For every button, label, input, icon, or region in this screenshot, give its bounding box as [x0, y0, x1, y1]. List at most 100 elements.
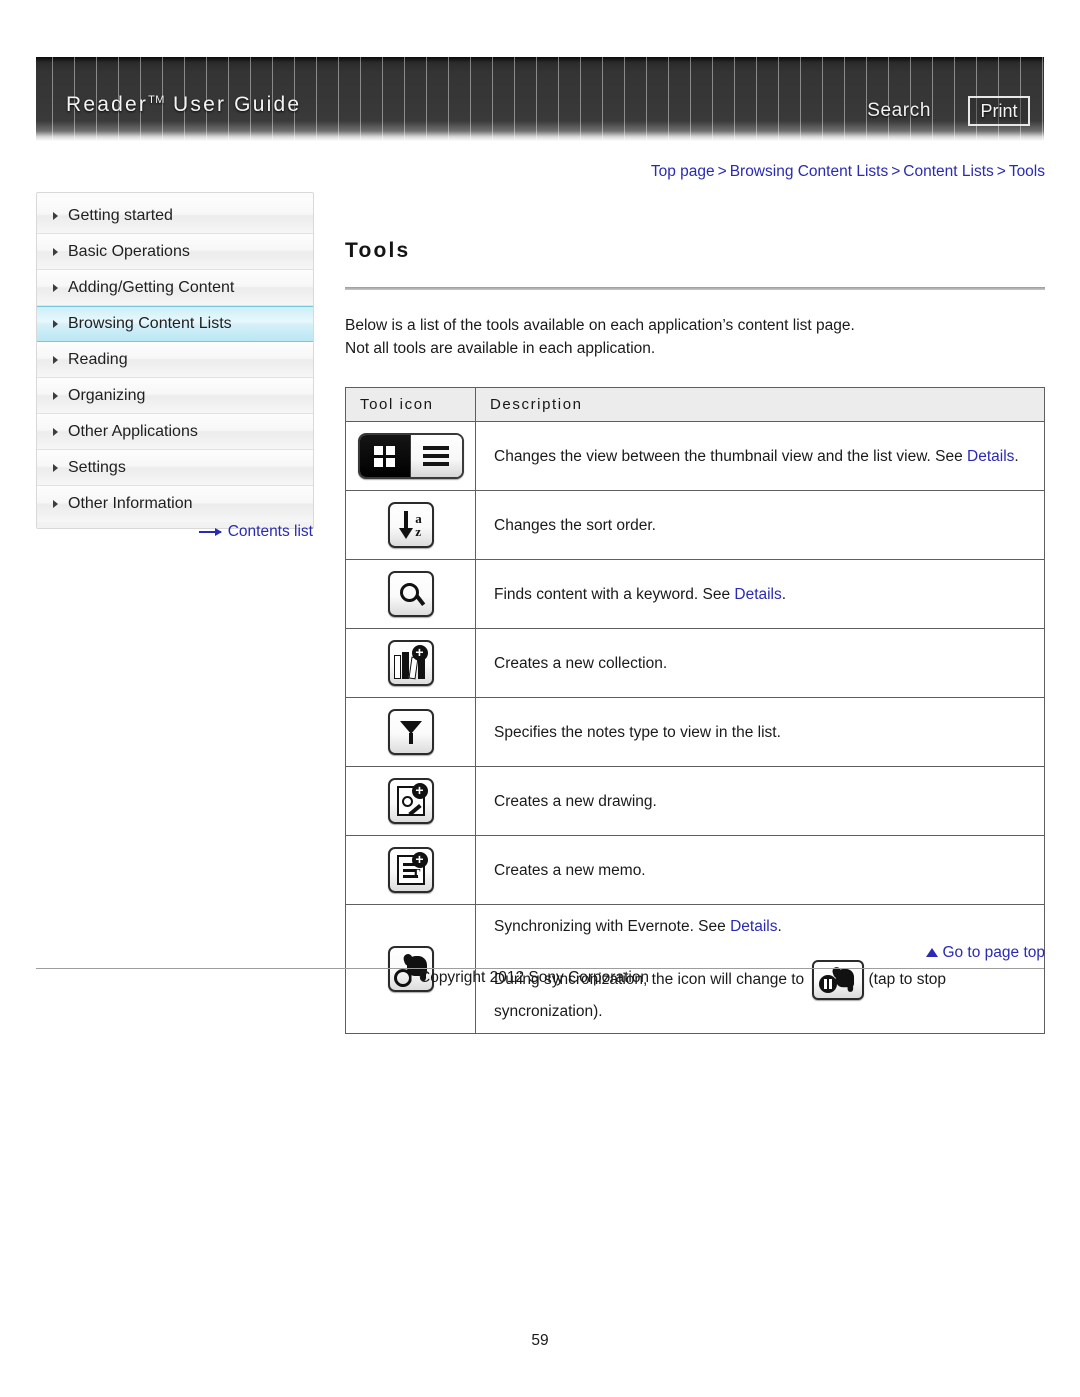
chevron-right-icon [53, 283, 58, 292]
evernote-stop-sync-icon[interactable] [812, 960, 865, 1001]
chevron-right-icon [53, 247, 58, 256]
list-glyph [423, 446, 450, 467]
tool-icon-cell [345, 559, 476, 630]
sidebar-item-reading[interactable]: Reading [37, 342, 313, 378]
table-row: T Creates a new memo. [345, 835, 1045, 906]
chevron-right-icon [53, 355, 58, 364]
description-text-after: . [781, 585, 787, 603]
tool-description-cell: Changes the view between the thumbnail v… [475, 421, 1045, 492]
sidebar-item-settings[interactable]: Settings [37, 450, 313, 486]
table-header-row: Tool icon Description [345, 387, 1045, 423]
sidebar-item-label: Getting started [68, 206, 173, 224]
search-button[interactable]: Search [867, 100, 931, 122]
page-number: 59 [531, 1332, 549, 1349]
sidebar-item-label: Reading [68, 350, 128, 368]
arrow-right-icon [198, 528, 222, 536]
magnifier-glyph [390, 573, 432, 615]
tool-icon-cell: T [345, 835, 476, 906]
table-row: Finds content with a keyword. See Detail… [345, 559, 1045, 630]
down-arrow-glyph [399, 511, 414, 540]
sidebar-item-label: Organizing [68, 386, 146, 404]
page-title: Tools [345, 239, 411, 263]
breadcrumb-separator: > [996, 163, 1006, 180]
header-texture: ReaderTM User Guide Search Print [36, 57, 1044, 141]
tool-description-cell: Creates a new collection. [475, 628, 1045, 699]
sidebar-item-basic-operations[interactable]: Basic Operations [37, 234, 313, 270]
sidebar-item-label: Other Information [68, 495, 193, 512]
tool-description-cell: Specifies the notes type to view in the … [475, 697, 1045, 768]
description-text-line2-after: (tap to stop [868, 971, 947, 989]
sort-order-icon[interactable]: az [387, 502, 434, 549]
site-title-suffix: User Guide [164, 93, 302, 116]
chevron-right-icon [53, 427, 58, 436]
chevron-right-icon [53, 463, 58, 472]
sidebar-item-other-information[interactable]: Other Information [37, 486, 313, 522]
sync-arrows-icon [394, 969, 409, 985]
site-title: ReaderTM User Guide [66, 93, 301, 117]
plus-badge-icon [411, 852, 428, 869]
triangle-up-icon [926, 948, 939, 957]
sort-glyph: az [390, 504, 432, 546]
chevron-right-icon [53, 211, 58, 220]
breadcrumb-item-top-page[interactable]: Top page [651, 163, 715, 180]
contents-list-label: Contents list [227, 523, 313, 540]
az-glyph: az [415, 511, 422, 540]
tool-description-cell: Changes the sort order. [475, 490, 1045, 561]
tool-icon-cell: az [345, 490, 476, 561]
chevron-right-icon [53, 320, 58, 328]
tool-description-cell: Finds content with a keyword. See Detail… [475, 559, 1045, 630]
column-header-description: Description [475, 387, 1045, 423]
intro-line-1: Below is a list of the tools available o… [345, 317, 855, 335]
new-memo-icon[interactable]: T [387, 847, 434, 894]
tools-table: Tool icon Description Changes the view b… [345, 387, 1045, 1035]
print-button[interactable]: Print [968, 96, 1030, 126]
tool-icon-cell [345, 628, 476, 699]
description-text: Synchronizing with Evernote. See [494, 918, 731, 936]
sidebar-item-adding-getting-content[interactable]: Adding/Getting Content [37, 270, 313, 306]
sidebar-item-label: Settings [68, 458, 126, 476]
evernote-line-3: syncronization). [494, 1003, 603, 1021]
description-text: Specifies the notes type to view in the … [494, 723, 781, 741]
contents-list-link[interactable]: Contents list [36, 523, 314, 541]
sidebar-item-getting-started[interactable]: Getting started [37, 198, 313, 234]
description-text-after: . [1014, 447, 1019, 465]
grid-glyph [374, 445, 396, 467]
sidebar-item-other-applications[interactable]: Other Applications [37, 414, 313, 450]
details-link[interactable]: Details [967, 448, 1014, 465]
description-text: Creates a new collection. [494, 654, 668, 672]
view-toggle-icon[interactable] [357, 433, 464, 480]
tool-icon-cell [345, 697, 476, 768]
funnel-glyph [390, 711, 432, 753]
title-divider [345, 287, 1045, 291]
sidebar-item-label: Adding/Getting Content [68, 278, 235, 296]
sidebar-navigation: Getting started Basic Operations Adding/… [36, 192, 314, 529]
details-link[interactable]: Details [730, 918, 777, 935]
thumbnail-view-icon [359, 435, 410, 478]
tool-icon-cell [345, 421, 476, 492]
description-text-after: . [777, 918, 782, 936]
trademark-mark: TM [148, 94, 165, 106]
breadcrumb-item-content-lists[interactable]: Content Lists [903, 163, 993, 180]
description-text: Changes the sort order. [494, 516, 656, 534]
tool-description-cell: Creates a new memo. [475, 835, 1045, 906]
sidebar-item-label: Other Applications [68, 422, 198, 440]
go-to-page-top-link[interactable]: Go to page top [345, 944, 1045, 962]
sidebar-item-label: Basic Operations [68, 242, 190, 260]
intro-paragraph: Below is a list of the tools available o… [345, 314, 1045, 360]
breadcrumb-item-tools[interactable]: Tools [1009, 163, 1045, 180]
breadcrumb-separator: > [717, 163, 727, 180]
breadcrumb-item-browsing-content-lists[interactable]: Browsing Content Lists [730, 163, 889, 180]
new-drawing-icon[interactable] [387, 778, 434, 825]
new-collection-icon[interactable] [387, 640, 434, 687]
tool-description-cell: Creates a new drawing. [475, 766, 1045, 837]
search-icon[interactable] [387, 571, 434, 618]
table-row: Specifies the notes type to view in the … [345, 697, 1045, 768]
table-row: Creates a new collection. [345, 628, 1045, 699]
sidebar-item-organizing[interactable]: Organizing [37, 378, 313, 414]
notes-filter-icon[interactable] [387, 709, 434, 756]
details-link[interactable]: Details [734, 586, 781, 603]
copyright-text: Copyright 2012 Sony Corporation [419, 969, 650, 986]
sidebar-item-browsing-content-lists[interactable]: Browsing Content Lists [37, 306, 313, 342]
main-content: Tools Below is a list of the tools avail… [345, 225, 1045, 1035]
description-text: Creates a new drawing. [494, 792, 657, 810]
